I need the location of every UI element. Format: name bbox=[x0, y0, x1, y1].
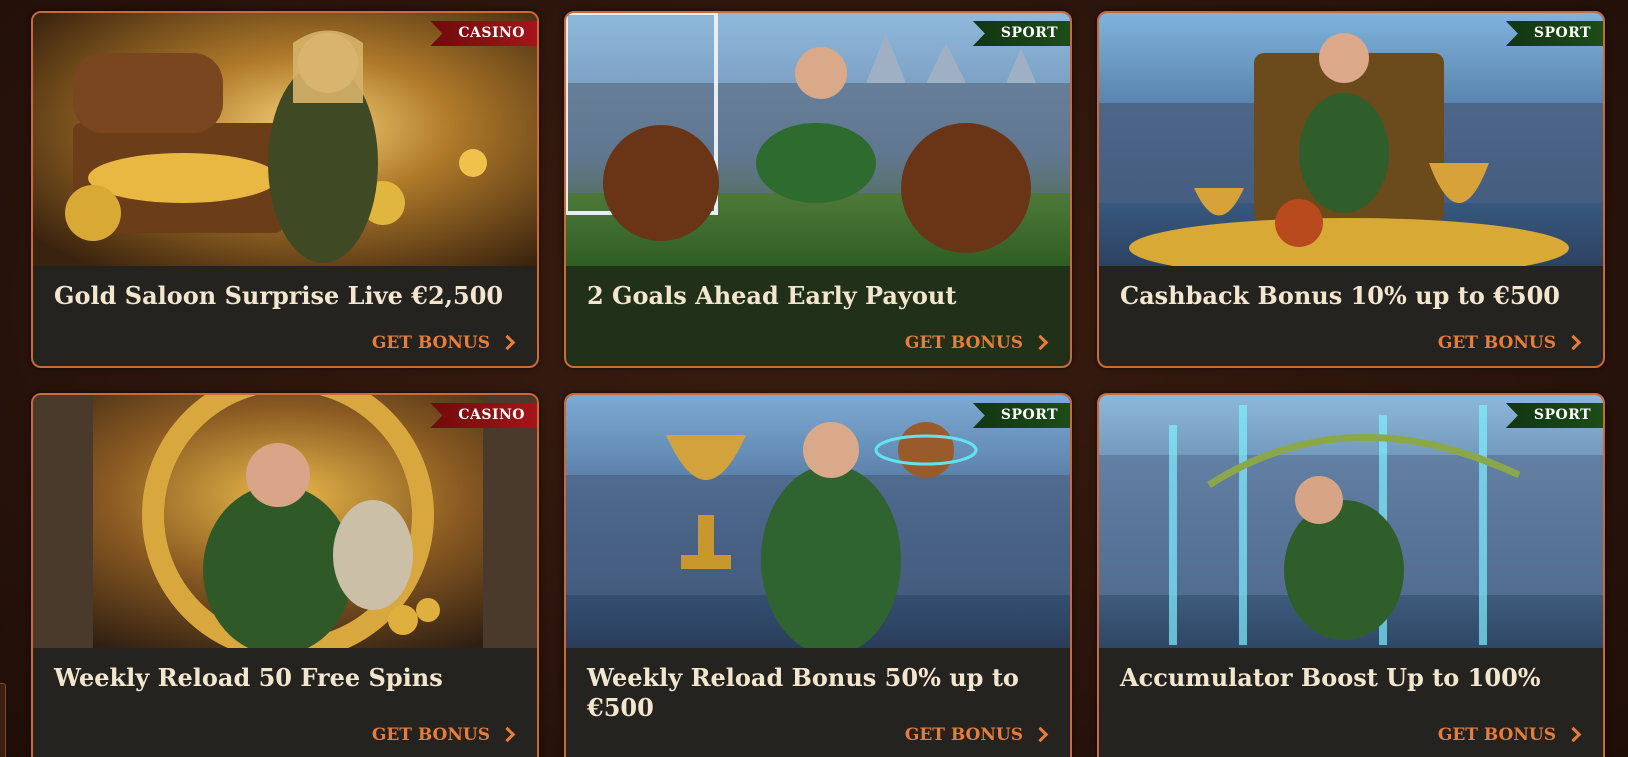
promo-image bbox=[566, 13, 1070, 266]
chevron-right-icon bbox=[1565, 726, 1582, 743]
get-bonus-label: GET BONUS bbox=[1437, 333, 1556, 353]
chevron-right-icon bbox=[1032, 726, 1049, 743]
promo-title: Gold Saloon Surprise Live €2,500 bbox=[54, 281, 504, 310]
get-bonus-label: GET BONUS bbox=[904, 725, 1023, 745]
get-bonus-button[interactable]: GET BONUS bbox=[1437, 725, 1582, 745]
promo-card-gold-saloon[interactable]: CASINO Gold Saloon Surprise Live €2,500 … bbox=[31, 11, 539, 368]
chevron-right-icon bbox=[1565, 334, 1582, 351]
get-bonus-label: GET BONUS bbox=[1437, 725, 1556, 745]
get-bonus-button[interactable]: GET BONUS bbox=[904, 333, 1049, 353]
promo-title: 2 Goals Ahead Early Payout bbox=[587, 281, 957, 310]
promo-image bbox=[1099, 395, 1603, 648]
promo-card-weekly-reload-bonus[interactable]: SPORT Weekly Reload Bonus 50% up to €500… bbox=[564, 393, 1072, 757]
promo-image bbox=[33, 395, 537, 648]
promo-title: Weekly Reload Bonus 50% up to €500 bbox=[587, 663, 1019, 722]
category-tag: CASINO bbox=[430, 403, 537, 428]
chevron-right-icon bbox=[499, 334, 516, 351]
chevron-right-icon bbox=[1032, 334, 1049, 351]
promo-card-accumulator-boost[interactable]: SPORT Accumulator Boost Up to 100% GET B… bbox=[1097, 393, 1605, 757]
get-bonus-button[interactable]: GET BONUS bbox=[904, 725, 1049, 745]
promo-card-weekly-reload-free-spins[interactable]: CASINO Weekly Reload 50 Free Spins GET B… bbox=[31, 393, 539, 757]
category-tag: SPORT bbox=[972, 21, 1070, 46]
promo-image bbox=[566, 395, 1070, 648]
get-bonus-label: GET BONUS bbox=[371, 333, 490, 353]
promo-card-cashback-bonus[interactable]: SPORT Cashback Bonus 10% up to €500 GET … bbox=[1097, 11, 1605, 368]
promo-image bbox=[33, 13, 537, 266]
get-bonus-label: GET BONUS bbox=[904, 333, 1023, 353]
category-tag: SPORT bbox=[1505, 21, 1603, 46]
category-tag: SPORT bbox=[1505, 403, 1603, 428]
chevron-right-icon bbox=[499, 726, 516, 743]
get-bonus-button[interactable]: GET BONUS bbox=[1437, 333, 1582, 353]
get-bonus-button[interactable]: GET BONUS bbox=[371, 333, 516, 353]
side-drawer-handle[interactable] bbox=[0, 683, 6, 757]
promo-card-2-goals-ahead[interactable]: SPORT 2 Goals Ahead Early Payout GET BON… bbox=[564, 11, 1072, 368]
promo-title: Cashback Bonus 10% up to €500 bbox=[1120, 281, 1560, 310]
promo-title: Accumulator Boost Up to 100% bbox=[1120, 663, 1541, 692]
category-tag: SPORT bbox=[972, 403, 1070, 428]
promotions-grid: CASINO Gold Saloon Surprise Live €2,500 … bbox=[31, 11, 1605, 757]
promotions-page: CASINO Gold Saloon Surprise Live €2,500 … bbox=[0, 0, 1628, 757]
get-bonus-label: GET BONUS bbox=[371, 725, 490, 745]
get-bonus-button[interactable]: GET BONUS bbox=[371, 725, 516, 745]
category-tag: CASINO bbox=[430, 21, 537, 46]
promo-title: Weekly Reload 50 Free Spins bbox=[54, 663, 443, 692]
promo-image bbox=[1099, 13, 1603, 266]
